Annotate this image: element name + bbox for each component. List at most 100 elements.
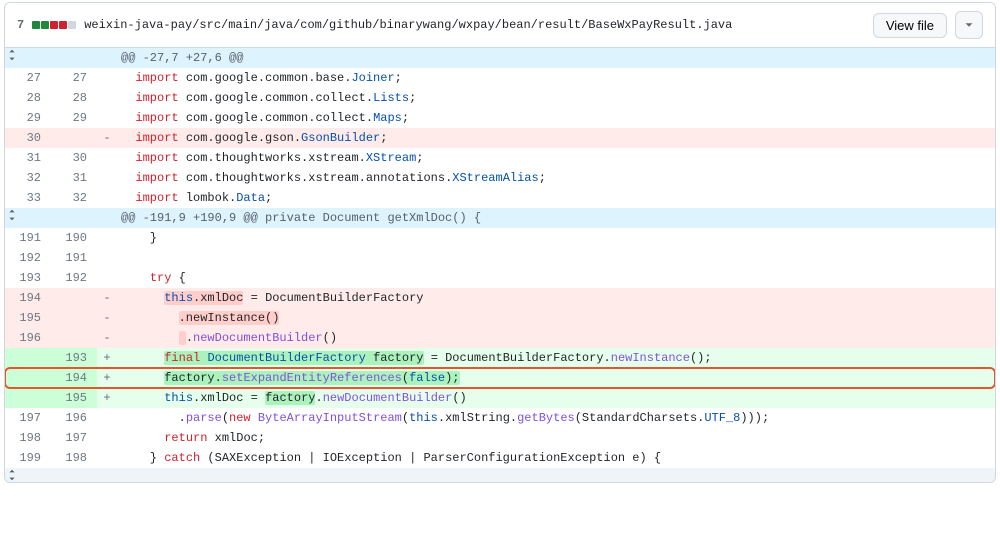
code-line: } xyxy=(117,228,995,248)
new-line-number xyxy=(51,128,97,148)
diff-row: 192 191 xyxy=(5,248,995,268)
expand-context-button[interactable] xyxy=(5,48,97,68)
diff-marker-minus: - xyxy=(97,128,117,148)
diff-row-addition: 194 + factory.setExpandEntityReferences(… xyxy=(5,368,995,388)
new-line-number[interactable]: 190 xyxy=(51,228,97,248)
file-header: 7 weixin-java-pay/src/main/java/com/gith… xyxy=(5,3,995,48)
diff-row-deletion: 30 - import com.google.gson.GsonBuilder; xyxy=(5,128,995,148)
diff-marker-plus: + xyxy=(97,368,117,388)
diff-row: 191 190 } xyxy=(5,228,995,248)
code-line: } catch (SAXException | IOException | Pa… xyxy=(117,448,995,468)
new-line-number[interactable]: 197 xyxy=(51,428,97,448)
diff-table: @@ -27,7 +27,6 @@ 27 27 import com.googl… xyxy=(5,48,995,482)
old-line-number[interactable]: 31 xyxy=(5,148,51,168)
old-line-number[interactable]: 196 xyxy=(5,328,51,348)
new-line-number[interactable]: 195 xyxy=(51,388,97,408)
diff-row: 31 30 import com.thoughtworks.xstream.XS… xyxy=(5,148,995,168)
new-line-number[interactable]: 193 xyxy=(51,348,97,368)
expand-down-icon xyxy=(5,468,19,482)
code-line: factory.setExpandEntityReferences(false)… xyxy=(117,368,995,388)
hunk-header: @@ -27,7 +27,6 @@ xyxy=(5,48,995,68)
code-line: .newDocumentBuilder() xyxy=(117,328,995,348)
diff-marker-minus: - xyxy=(97,288,117,308)
old-line-number[interactable]: 198 xyxy=(5,428,51,448)
old-line-number[interactable]: 191 xyxy=(5,228,51,248)
diff-marker-plus: + xyxy=(97,348,117,368)
diff-row: 27 27 import com.google.common.base.Join… xyxy=(5,68,995,88)
diff-row-addition: 195 + this.xmlDoc = factory.newDocumentB… xyxy=(5,388,995,408)
view-file-button[interactable]: View file xyxy=(873,13,947,38)
diff-marker-plus: + xyxy=(97,388,117,408)
code-line: this.xmlDoc = factory.newDocumentBuilder… xyxy=(117,388,995,408)
code-line: return xmlDoc; xyxy=(117,428,995,448)
expand-icon xyxy=(5,48,19,62)
hunk-range: @@ -191,9 +190,9 @@ private Document get… xyxy=(117,208,995,228)
expand-context-button[interactable] xyxy=(5,208,97,228)
code-line: import com.google.gson.GsonBuilder; xyxy=(117,128,995,148)
code-line: .newInstance() xyxy=(117,308,995,328)
code-line: try { xyxy=(117,268,995,288)
code-line: .parse(new ByteArrayInputStream(this.xml… xyxy=(117,408,995,428)
collapse-file-button[interactable] xyxy=(955,11,983,39)
old-line-number xyxy=(5,368,51,388)
hunk-range: @@ -27,7 +27,6 @@ xyxy=(117,48,995,68)
diff-marker-minus: - xyxy=(97,328,117,348)
old-line-number[interactable]: 28 xyxy=(5,88,51,108)
diff-row: 28 28 import com.google.common.collect.L… xyxy=(5,88,995,108)
old-line-number[interactable]: 29 xyxy=(5,108,51,128)
code-line: import com.google.common.collect.Lists; xyxy=(117,88,995,108)
new-line-number xyxy=(51,288,97,308)
diff-row: 198 197 return xmlDoc; xyxy=(5,428,995,448)
new-line-number[interactable]: 32 xyxy=(51,188,97,208)
new-line-number[interactable]: 191 xyxy=(51,248,97,268)
new-line-number[interactable]: 27 xyxy=(51,68,97,88)
old-line-number[interactable]: 197 xyxy=(5,408,51,428)
diff-row: 193 192 try { xyxy=(5,268,995,288)
new-line-number xyxy=(51,328,97,348)
old-line-number xyxy=(5,388,51,408)
diff-row-addition: 193 + final DocumentBuilderFactory facto… xyxy=(5,348,995,368)
new-line-number[interactable]: 31 xyxy=(51,168,97,188)
new-line-number[interactable]: 28 xyxy=(51,88,97,108)
old-line-number[interactable]: 194 xyxy=(5,288,51,308)
new-line-number[interactable]: 198 xyxy=(51,448,97,468)
expand-icon xyxy=(5,208,19,222)
new-line-number[interactable]: 30 xyxy=(51,148,97,168)
old-line-number[interactable]: 195 xyxy=(5,308,51,328)
diff-row: 199 198 } catch (SAXException | IOExcept… xyxy=(5,448,995,468)
code-line: import com.google.common.base.Joiner; xyxy=(117,68,995,88)
code-line: import com.thoughtworks.xstream.annotati… xyxy=(117,168,995,188)
diff-row-deletion: 195 - .newInstance() xyxy=(5,308,995,328)
diff-row-deletion: 194 - this.xmlDoc = DocumentBuilderFacto… xyxy=(5,288,995,308)
code-line: import com.google.common.collect.Maps; xyxy=(117,108,995,128)
new-line-number[interactable]: 192 xyxy=(51,268,97,288)
file-path[interactable]: weixin-java-pay/src/main/java/com/github… xyxy=(84,18,865,32)
code-line: this.xmlDoc = DocumentBuilderFactory xyxy=(117,288,995,308)
old-line-number[interactable]: 32 xyxy=(5,168,51,188)
diffstat-block-neutral xyxy=(68,21,76,29)
expand-context-button[interactable] xyxy=(5,468,97,482)
code-line xyxy=(117,248,995,268)
diff-row-deletion: 196 - .newDocumentBuilder() xyxy=(5,328,995,348)
old-line-number[interactable]: 33 xyxy=(5,188,51,208)
diff-row: 29 29 import com.google.common.collect.M… xyxy=(5,108,995,128)
code-line: final DocumentBuilderFactory factory = D… xyxy=(117,348,995,368)
new-line-number[interactable]: 29 xyxy=(51,108,97,128)
old-line-number[interactable]: 192 xyxy=(5,248,51,268)
diffstat-block-deleted xyxy=(59,21,67,29)
new-line-number[interactable]: 194 xyxy=(51,368,97,388)
diff-row: 32 31 import com.thoughtworks.xstream.an… xyxy=(5,168,995,188)
diffstat xyxy=(32,21,76,29)
old-line-number[interactable]: 199 xyxy=(5,448,51,468)
old-line-number[interactable]: 193 xyxy=(5,268,51,288)
new-line-number[interactable]: 196 xyxy=(51,408,97,428)
diffstat-block-added xyxy=(32,21,40,29)
diff-file: 7 weixin-java-pay/src/main/java/com/gith… xyxy=(4,2,996,483)
diff-row: 197 196 .parse(new ByteArrayInputStream(… xyxy=(5,408,995,428)
chevron-down-icon xyxy=(962,18,976,32)
diff-row: 33 32 import lombok.Data; xyxy=(5,188,995,208)
old-line-number[interactable]: 27 xyxy=(5,68,51,88)
old-line-number[interactable]: 30 xyxy=(5,128,51,148)
hunk-header: @@ -191,9 +190,9 @@ private Document get… xyxy=(5,208,995,228)
code-line: import lombok.Data; xyxy=(117,188,995,208)
